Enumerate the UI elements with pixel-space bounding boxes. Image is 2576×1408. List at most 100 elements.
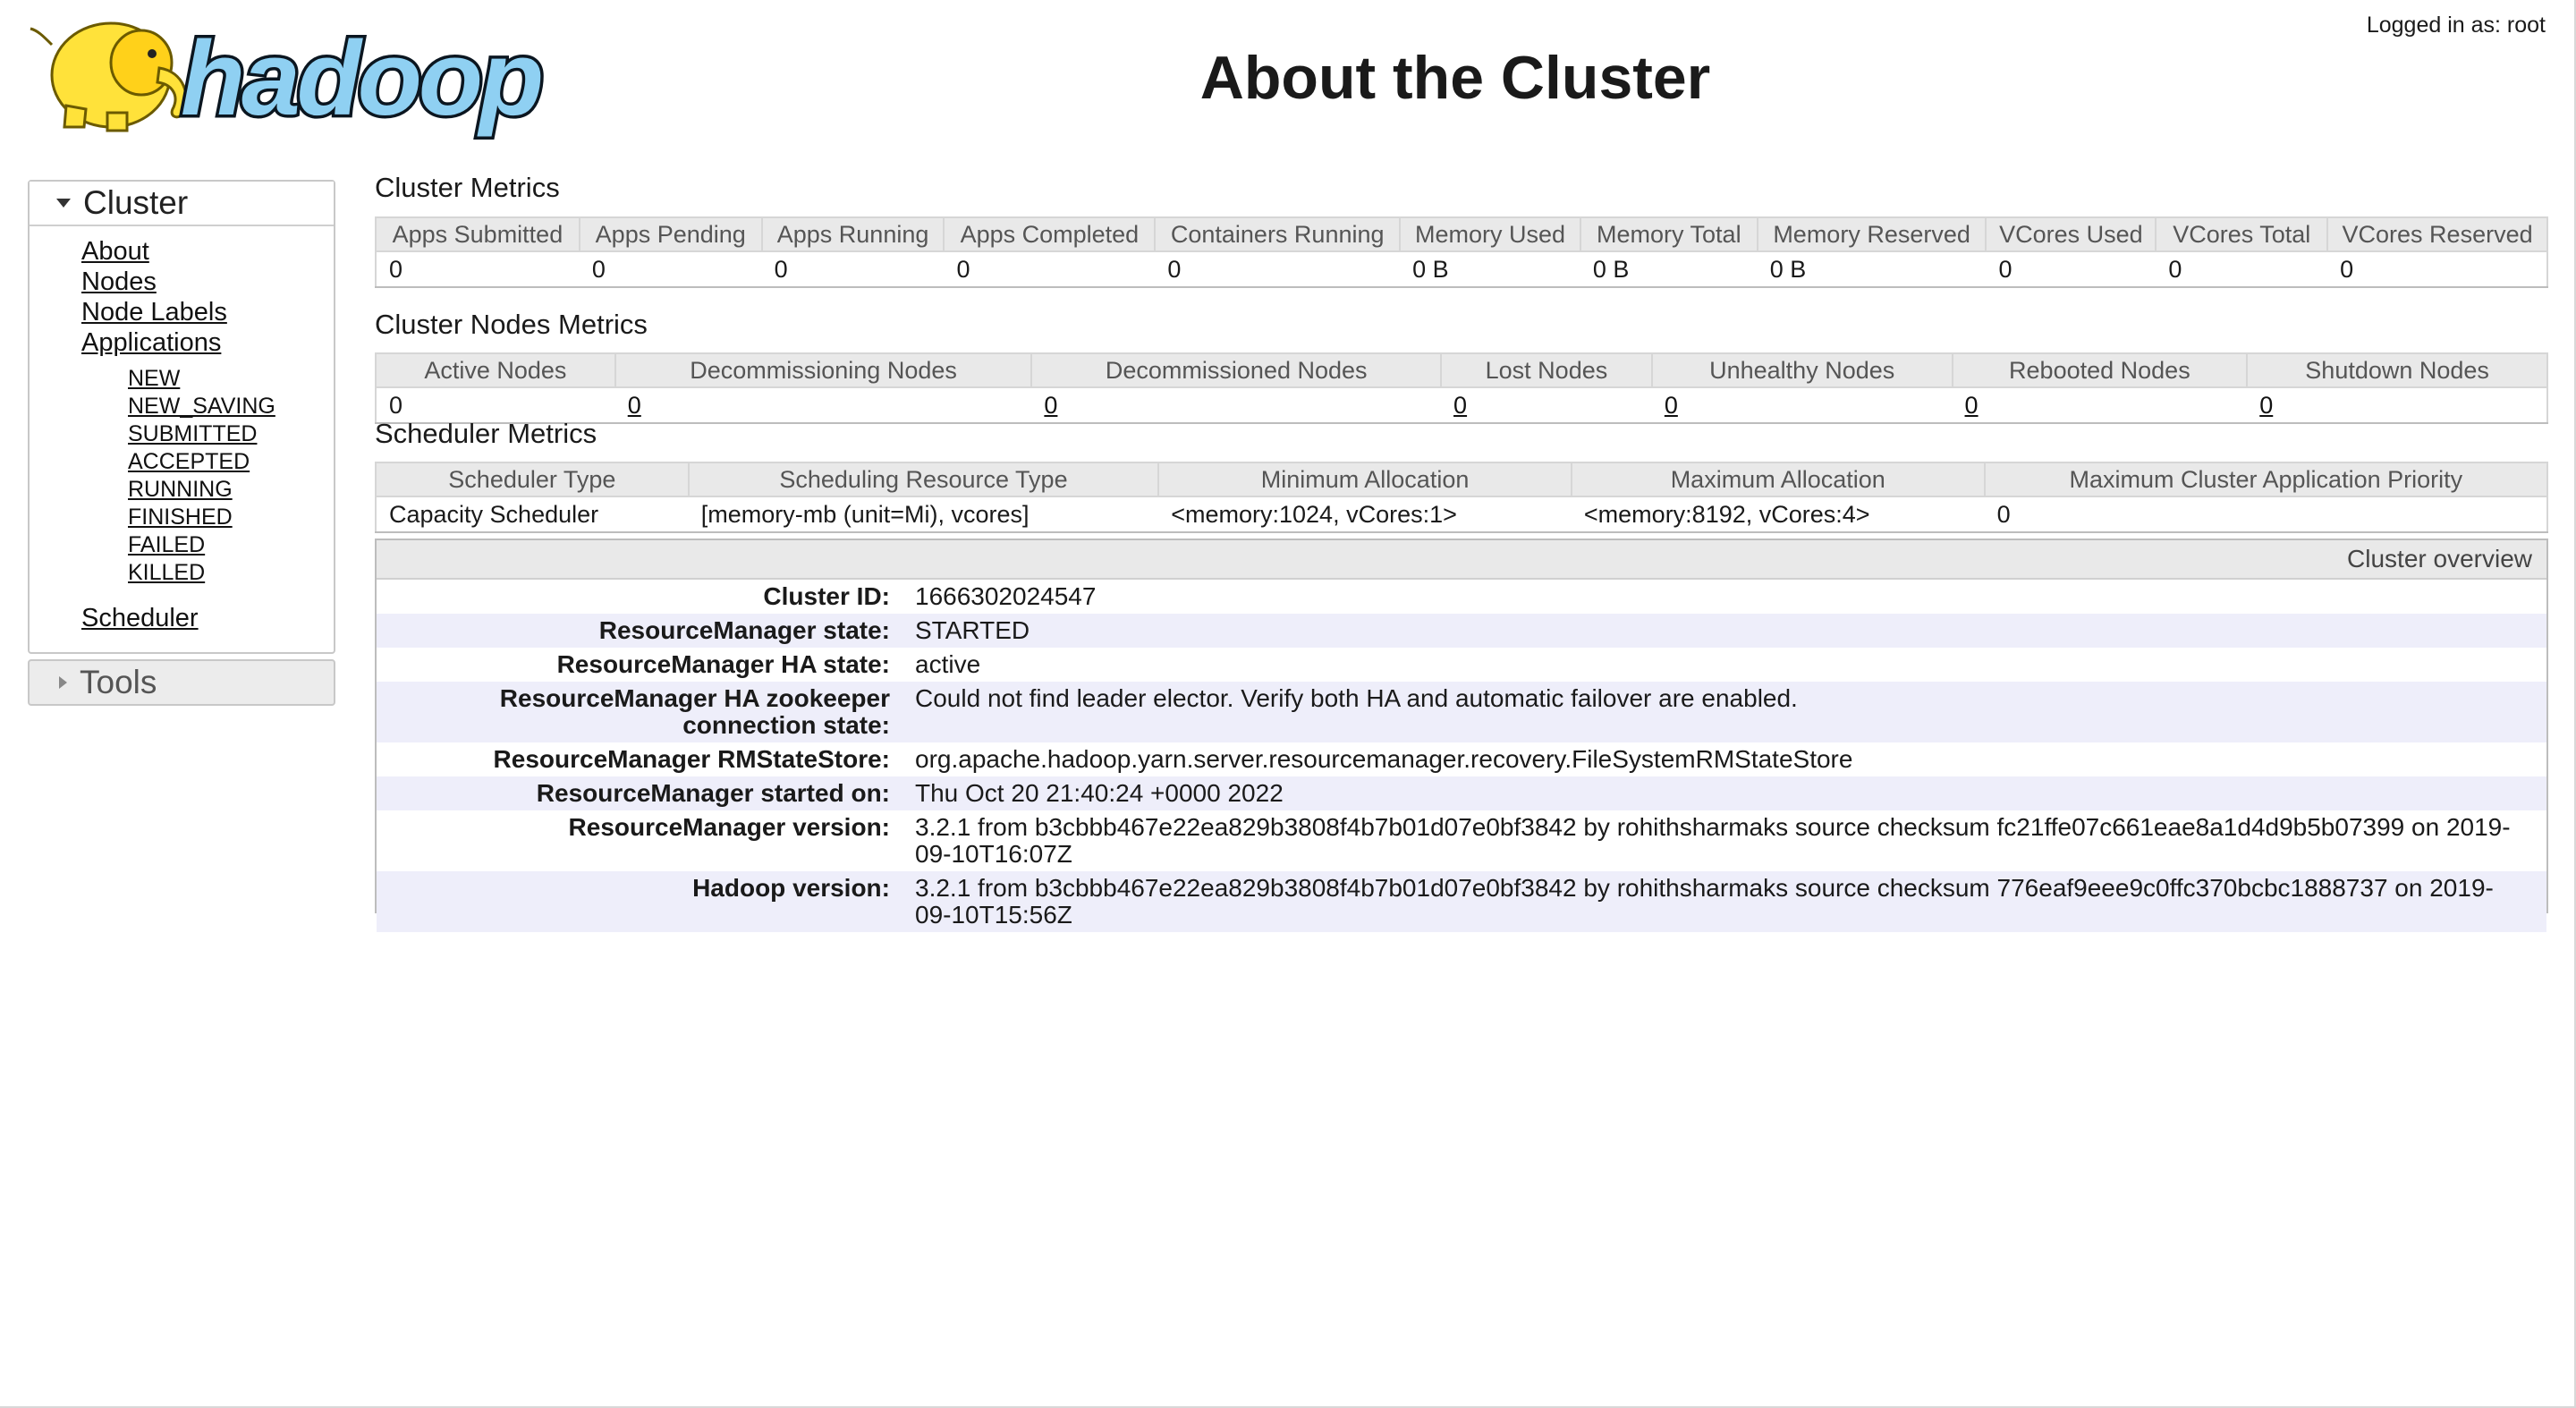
page-title: About the Cluster: [1199, 44, 1711, 112]
overview-value: 3.2.1 from b3cbbb467e22ea829b3808f4b7b01…: [915, 874, 2494, 929]
column-header: Lost Nodes: [1440, 352, 1653, 388]
column-header: Memory Reserved: [1756, 216, 1987, 252]
metric-vcores-used: 0: [1986, 251, 2157, 288]
overview-value: Thu Oct 20 21:40:24 +0000 2022: [915, 779, 1284, 807]
node-metrics-table: Active Nodes Decommissioning Nodes Decom…: [375, 352, 2548, 424]
metric-memory-reserved: 0 B: [1757, 251, 1987, 288]
table-row: Capacity Scheduler [memory-mb (unit=Mi),…: [375, 496, 2549, 533]
nav-nodes[interactable]: Nodes: [81, 267, 275, 297]
login-status: Logged in as: root: [2366, 13, 2546, 38]
cluster-nav: About Nodes Node Labels Applications NEW…: [81, 236, 275, 633]
overview-value: 1666302024547: [915, 582, 1097, 610]
column-header: Maximum Cluster Application Priority: [1983, 462, 2549, 497]
overview-row-rm-version: ResourceManager version: 3.2.1 from b3cb…: [377, 810, 2546, 871]
nav-about[interactable]: About: [81, 236, 275, 267]
cluster-panel: Cluster About Nodes Node Labels Applicat…: [28, 180, 335, 654]
overview-row-rm-started-on: ResourceManager started on: Thu Oct 20 2…: [377, 776, 2546, 810]
overview-value: Could not find leader elector. Verify bo…: [915, 684, 1798, 712]
overview-label: Cluster ID:: [763, 582, 890, 610]
overview-label: ResourceManager state:: [598, 616, 890, 644]
metric-rebooted-nodes-link[interactable]: 0: [1965, 392, 1979, 419]
metric-apps-submitted: 0: [375, 251, 580, 288]
column-header: Rebooted Nodes: [1951, 352, 2249, 388]
column-header: Apps Running: [760, 216, 945, 252]
metric-cell: 0: [1441, 387, 1652, 424]
app-states-list: NEW NEW_SAVING SUBMITTED ACCEPTED RUNNIN…: [128, 365, 275, 587]
column-header: Decommissioning Nodes: [614, 352, 1033, 388]
nav-applications[interactable]: Applications: [81, 327, 275, 358]
metric-memory-used: 0 B: [1400, 251, 1580, 288]
metric-apps-completed: 0: [944, 251, 1156, 288]
column-header: Memory Used: [1399, 216, 1581, 252]
cluster-metrics-title: Cluster Metrics: [375, 172, 560, 203]
metric-cell: 0: [1952, 387, 2248, 424]
metric-apps-running: 0: [761, 251, 945, 288]
metric-cell: 0: [1031, 387, 1442, 424]
metric-cell: 0: [2247, 387, 2548, 424]
column-header: Apps Pending: [578, 216, 763, 252]
column-header: Active Nodes: [375, 352, 616, 388]
metric-lost-nodes-link[interactable]: 0: [1453, 392, 1467, 419]
column-header: Unhealthy Nodes: [1650, 352, 1953, 388]
nav-node-labels[interactable]: Node Labels: [81, 297, 275, 327]
overview-value: active: [915, 650, 981, 678]
maximum-allocation: <memory:8192, vCores:4>: [1571, 496, 1985, 533]
nav-app-state-failed[interactable]: FAILED: [128, 531, 275, 559]
table-header-row: Scheduler Type Scheduling Resource Type …: [375, 462, 2549, 497]
column-header: Minimum Allocation: [1157, 462, 1572, 497]
column-header: VCores Reserved: [2326, 216, 2548, 252]
nav-app-state-accepted[interactable]: ACCEPTED: [128, 448, 275, 476]
metric-unhealthy-nodes-link[interactable]: 0: [1665, 392, 1678, 419]
column-header: Maximum Allocation: [1570, 462, 1986, 497]
tools-panel-label: Tools: [80, 664, 157, 700]
metric-cell: 0: [1651, 387, 1953, 424]
table-row: 0 0 0 0 0 0 B 0 B 0 B 0 0 0: [375, 251, 2548, 288]
overview-value: 3.2.1 from b3cbbb467e22ea829b3808f4b7b01…: [915, 813, 2511, 868]
tools-panel-header[interactable]: Tools: [30, 661, 334, 704]
node-metrics-title: Cluster Nodes Metrics: [375, 309, 648, 340]
overview-value: org.apache.hadoop.yarn.server.resourcema…: [915, 745, 1853, 773]
metric-containers-running: 0: [1155, 251, 1401, 288]
cluster-overview-header: Cluster overview: [377, 540, 2546, 580]
nav-app-state-running[interactable]: RUNNING: [128, 476, 275, 504]
column-header: Scheduling Resource Type: [687, 462, 1160, 497]
nav-app-state-new[interactable]: NEW: [128, 365, 275, 393]
overview-label: ResourceManager started on:: [536, 779, 890, 807]
overview-row-cluster-id: Cluster ID: 1666302024547: [377, 580, 2546, 614]
minimum-allocation: <memory:1024, vCores:1>: [1158, 496, 1572, 533]
table-row: 0 0 0 0 0 0 0: [375, 387, 2548, 424]
overview-label: Hadoop version:: [692, 874, 890, 902]
metric-vcores-reserved: 0: [2327, 251, 2548, 288]
column-header: VCores Used: [1985, 216, 2157, 252]
column-header: Apps Submitted: [375, 216, 580, 252]
metric-vcores-total: 0: [2156, 251, 2328, 288]
metric-shutdown-nodes-link[interactable]: 0: [2259, 392, 2273, 419]
max-cluster-app-priority: 0: [1984, 496, 2549, 533]
overview-row-rm-ha-zookeeper: ResourceManager HA zookeeper connection …: [377, 682, 2546, 742]
column-header: Shutdown Nodes: [2246, 352, 2548, 388]
nav-app-state-new-saving[interactable]: NEW_SAVING: [128, 393, 275, 420]
nav-scheduler[interactable]: Scheduler: [81, 603, 275, 633]
scheduling-resource-type: [memory-mb (unit=Mi), vcores]: [688, 496, 1159, 533]
cluster-panel-label: Cluster: [83, 184, 189, 221]
overview-row-rm-statestore: ResourceManager RMStateStore: org.apache…: [377, 742, 2546, 776]
metric-memory-total: 0 B: [1580, 251, 1758, 288]
overview-row-rm-state: ResourceManager state: STARTED: [377, 614, 2546, 648]
cluster-overview-panel: Cluster overview Cluster ID: 16663020245…: [375, 539, 2548, 932]
scheduler-metrics-table: Scheduler Type Scheduling Resource Type …: [375, 462, 2549, 533]
nav-app-state-killed[interactable]: KILLED: [128, 559, 275, 587]
metric-decommissioning-nodes-link[interactable]: 0: [628, 392, 641, 419]
cluster-panel-header[interactable]: Cluster: [30, 182, 334, 226]
column-header: Memory Total: [1579, 216, 1758, 252]
column-header: Decommissioned Nodes: [1030, 352, 1443, 388]
column-header: VCores Total: [2155, 216, 2329, 252]
overview-value: STARTED: [915, 616, 1030, 644]
column-header: Containers Running: [1154, 216, 1402, 252]
nav-app-state-finished[interactable]: FINISHED: [128, 504, 275, 531]
metric-apps-pending: 0: [579, 251, 762, 288]
tools-panel[interactable]: Tools: [28, 659, 335, 706]
metric-decommissioned-nodes-link[interactable]: 0: [1044, 392, 1057, 419]
overview-label: ResourceManager HA zookeeper connection …: [499, 684, 890, 739]
nav-app-state-submitted[interactable]: SUBMITTED: [128, 420, 275, 448]
table-header-row: Apps Submitted Apps Pending Apps Running…: [375, 216, 2548, 252]
